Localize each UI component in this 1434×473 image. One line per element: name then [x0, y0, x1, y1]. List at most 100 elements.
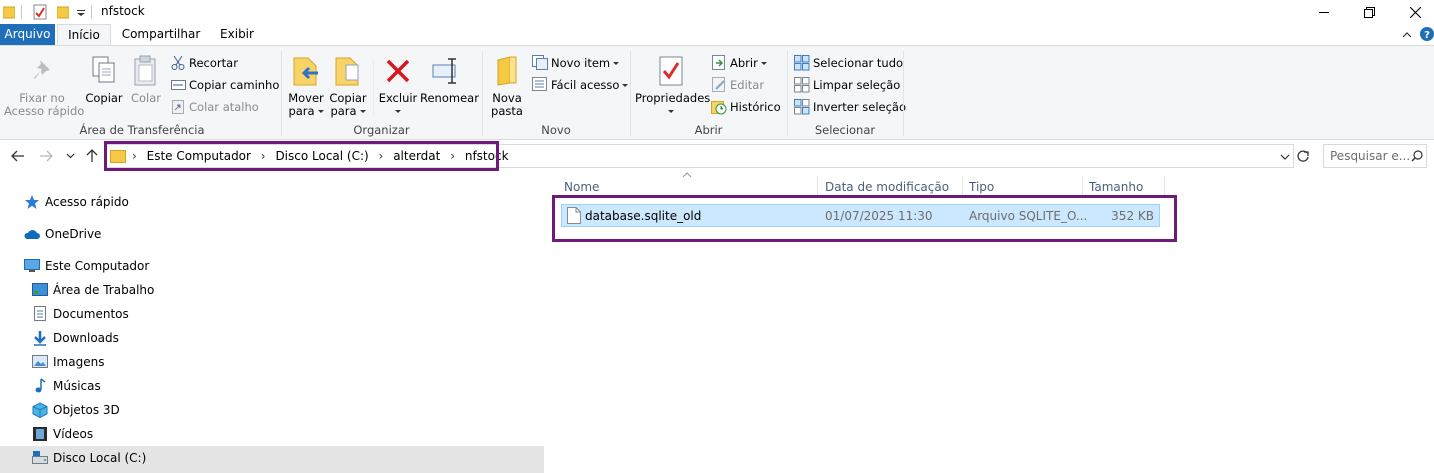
rename-icon	[432, 58, 456, 84]
copy-button[interactable]: Copiar	[84, 52, 124, 118]
new-item-icon	[532, 55, 548, 70]
refresh-icon[interactable]	[1296, 149, 1310, 163]
properties-button[interactable]: Propriedades	[635, 52, 710, 122]
chevron-down-icon	[622, 84, 629, 87]
tree-item-onedrive[interactable]: OneDrive	[24, 222, 101, 246]
copy-path-button[interactable]: Copiar caminho	[170, 76, 280, 94]
minimize-icon	[1319, 12, 1329, 13]
copy-path-label: Copiar caminho	[189, 78, 280, 92]
chevron-down-icon	[395, 110, 401, 113]
copy-to-button[interactable]: Copiar para	[328, 52, 368, 122]
cut-button[interactable]: Recortar	[170, 54, 276, 72]
new-item-label: Novo item	[551, 56, 620, 70]
copy-to-label-2: para	[328, 105, 368, 118]
tree-item-quick-access[interactable]: Acesso rápido	[24, 190, 129, 214]
copy-path-icon	[171, 80, 186, 90]
tree-item-downloads[interactable]: Downloads	[32, 326, 119, 350]
copy-icon	[92, 56, 115, 83]
rename-button[interactable]: Renomear	[420, 52, 479, 118]
copy-to-label-2-text: para	[330, 104, 357, 118]
paste-shortcut-label: Colar atalho	[189, 100, 259, 114]
film-icon	[33, 427, 47, 441]
column-header-type[interactable]: Tipo	[969, 180, 994, 194]
move-to-button[interactable]: Mover para	[286, 52, 326, 122]
open-button[interactable]: Abrir	[710, 54, 784, 72]
tree-item-3d-objects[interactable]: Objetos 3D	[32, 398, 120, 422]
easy-access-button[interactable]: Fácil acesso	[530, 76, 629, 94]
forward-arrow-icon[interactable]	[39, 150, 53, 162]
file-highlight-box	[552, 195, 1177, 242]
tree-label: OneDrive	[45, 227, 102, 241]
new-item-button[interactable]: Novo item	[530, 54, 626, 72]
column-header-name[interactable]: Nome	[564, 180, 599, 194]
chevron-down-icon	[359, 110, 366, 113]
properties-qat-icon[interactable]	[33, 4, 47, 20]
group-separator	[903, 51, 904, 136]
select-all-button[interactable]: Selecionar tudo	[792, 54, 903, 72]
history-button[interactable]: Histórico	[710, 98, 784, 116]
chevron-down-icon	[613, 62, 620, 65]
navigation-pane: Acesso rápido OneDrive Este Computador Á…	[0, 174, 544, 473]
column-divider[interactable]	[817, 176, 818, 196]
tab-exibir[interactable]: Exibir	[213, 24, 261, 46]
tree-item-pictures[interactable]: Imagens	[32, 350, 104, 374]
collapse-ribbon-icon[interactable]	[1402, 31, 1412, 38]
pin-icon	[34, 60, 50, 79]
cut-label: Recortar	[189, 56, 238, 70]
inner-separator	[373, 60, 374, 115]
paste-label: Colar	[130, 91, 162, 105]
tree-item-local-disk[interactable]: Disco Local (C:)	[32, 446, 146, 470]
paste-icon	[134, 55, 156, 86]
pin-label-2: Acesso rápido	[4, 104, 85, 118]
search-input[interactable]: Pesquisar e...	[1330, 149, 1410, 163]
select-none-button[interactable]: Limpar seleção	[792, 76, 900, 94]
address-history-chevron-icon[interactable]	[1280, 154, 1290, 160]
column-header-modified[interactable]: Data de modificação	[825, 180, 949, 194]
sort-ascending-icon	[682, 172, 692, 178]
up-arrow-icon[interactable]	[86, 148, 98, 163]
paste-shortcut-button[interactable]: Colar atalho	[170, 98, 276, 116]
search-box[interactable]: Pesquisar e...	[1323, 144, 1427, 168]
tree-item-desktop[interactable]: Área de Trabalho	[32, 278, 154, 302]
new-folder-icon	[497, 56, 517, 86]
pin-quick-access-button[interactable]: Fixar no Acesso rápido	[4, 52, 85, 118]
new-folder-button[interactable]: Nova pasta	[488, 52, 526, 118]
tab-compartilhar[interactable]: Compartilhar	[118, 24, 204, 46]
ribbon: Fixar no Acesso rápido Copiar Colar Reco…	[0, 45, 1434, 140]
customize-qat-icon[interactable]	[77, 10, 85, 16]
invert-selection-button[interactable]: Inverter seleção	[792, 98, 906, 116]
drive-icon	[32, 451, 48, 464]
help-icon[interactable]: ?	[1420, 27, 1434, 41]
select-none-icon	[794, 77, 810, 93]
tab-arquivo[interactable]: Arquivo	[0, 24, 55, 46]
column-divider[interactable]	[962, 176, 963, 196]
tree-item-videos[interactable]: Vídeos	[32, 422, 93, 446]
new-folder-qat-icon[interactable]	[57, 5, 69, 19]
tree-item-music[interactable]: Músicas	[32, 374, 101, 398]
recent-locations-chevron-icon[interactable]	[66, 153, 75, 159]
edit-button[interactable]: Editar	[710, 76, 784, 94]
history-label: Histórico	[730, 100, 781, 114]
tree-item-documents[interactable]: Documentos	[32, 302, 129, 326]
edit-label: Editar	[730, 78, 765, 92]
history-icon	[711, 101, 727, 115]
edit-icon	[712, 77, 725, 92]
restore-button[interactable]	[1346, 0, 1392, 24]
move-to-icon	[293, 57, 318, 86]
chevron-down-icon	[668, 110, 674, 113]
tree-label: Vídeos	[53, 427, 94, 441]
tab-inicio[interactable]: Início	[57, 24, 111, 47]
column-divider[interactable]	[1164, 176, 1165, 196]
column-divider[interactable]	[1082, 176, 1083, 196]
tree-item-this-pc[interactable]: Este Computador	[24, 254, 149, 278]
back-arrow-icon[interactable]	[11, 150, 25, 162]
column-header-size[interactable]: Tamanho	[1089, 180, 1143, 194]
tree-label: Músicas	[53, 379, 101, 393]
close-button[interactable]	[1392, 0, 1434, 24]
paste-button[interactable]: Colar	[127, 52, 165, 118]
cube-icon	[32, 402, 48, 418]
minimize-button[interactable]	[1301, 0, 1347, 24]
select-all-icon	[794, 55, 810, 71]
delete-button[interactable]: Excluir	[378, 52, 418, 122]
invert-selection-icon	[794, 99, 810, 115]
